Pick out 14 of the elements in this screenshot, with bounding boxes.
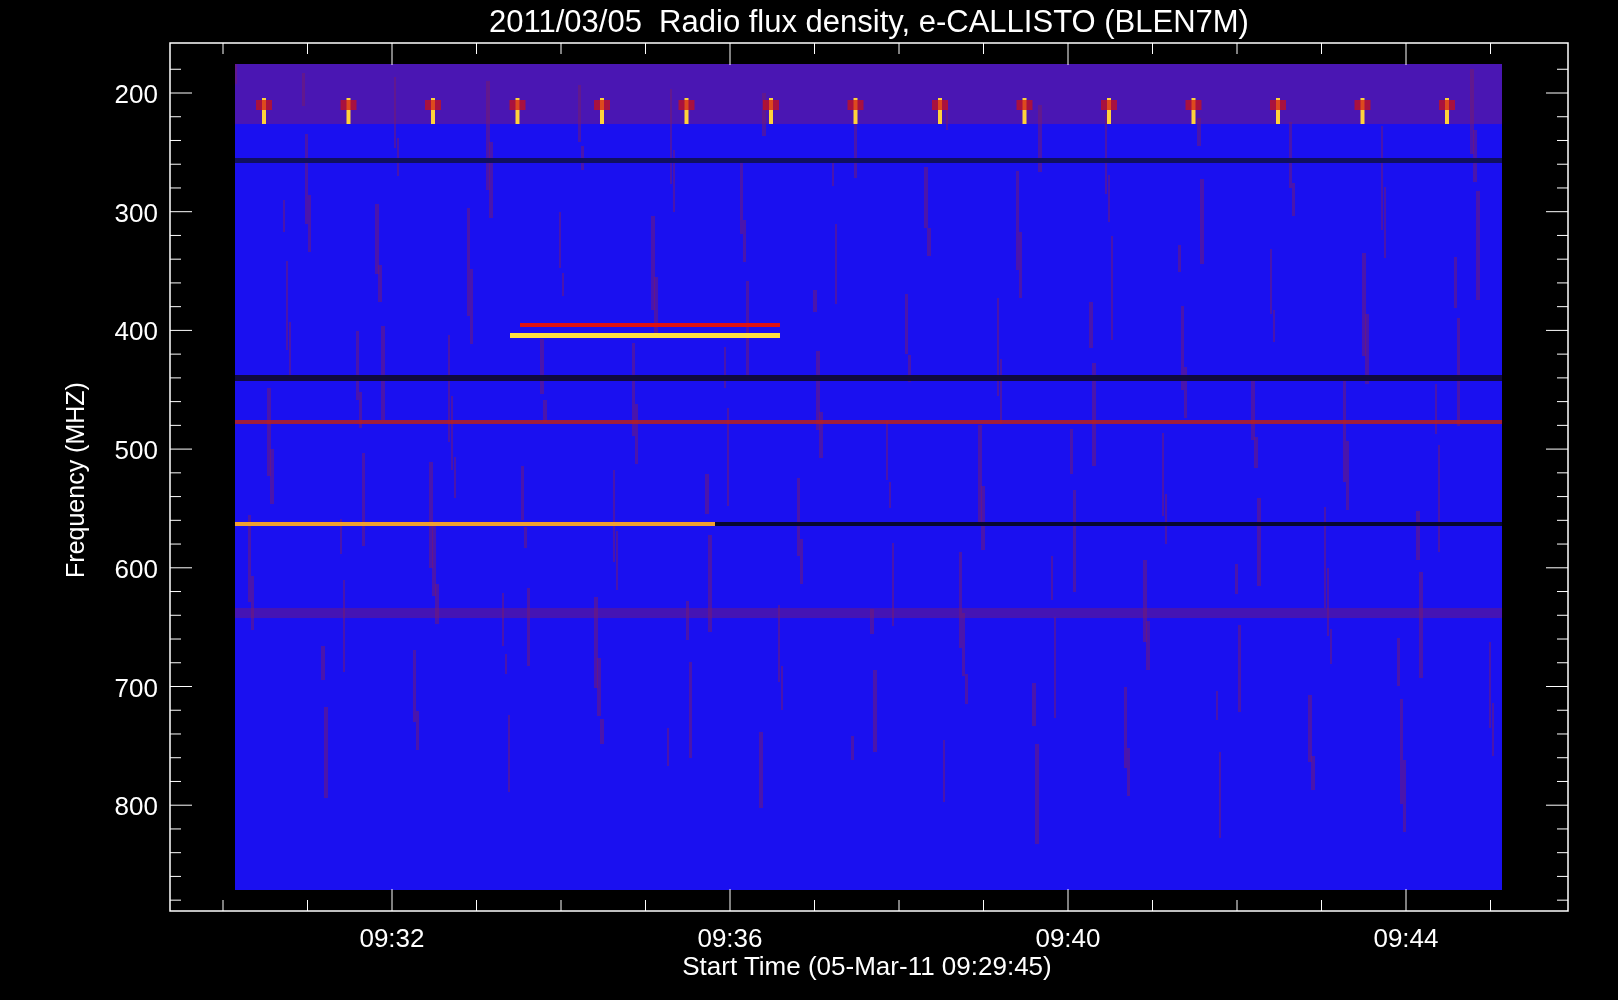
x-tick-label: 09:40 bbox=[1035, 923, 1101, 953]
y-tick-label: 300 bbox=[114, 197, 158, 228]
y-tick-label: 700 bbox=[114, 672, 158, 703]
y-tick-label: 600 bbox=[114, 553, 158, 584]
x-axis-label: Start Time (05-Mar-11 09:29:45) bbox=[682, 951, 1052, 981]
y-axis-label: Frequency (MHZ) bbox=[61, 382, 89, 578]
chart-title: 2011/03/05 Radio flux density, e-CALLISTO (BLEN7M) bbox=[489, 4, 1249, 39]
y-tick-label: 800 bbox=[114, 791, 158, 822]
x-tick-label: 09:44 bbox=[1373, 923, 1439, 953]
x-tick-label: 09:36 bbox=[697, 923, 763, 953]
y-tick-label: 500 bbox=[114, 435, 158, 466]
y-tick-label: 200 bbox=[114, 79, 158, 109]
y-tick-label: 400 bbox=[114, 316, 158, 347]
x-tick-label: 09:32 bbox=[359, 923, 425, 953]
